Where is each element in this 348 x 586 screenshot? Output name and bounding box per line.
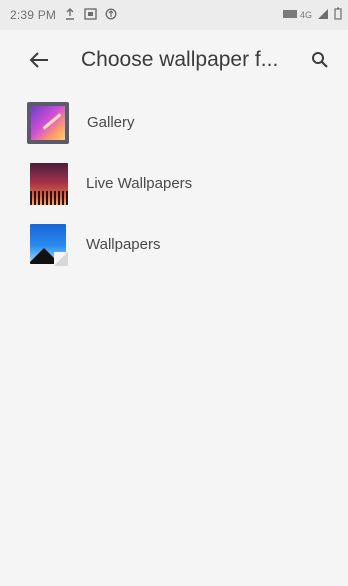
list-item-label: Wallpapers — [86, 236, 161, 253]
status-right: 4G — [282, 7, 342, 23]
list-item-label: Live Wallpapers — [86, 175, 193, 192]
list-item-gallery[interactable]: Gallery — [0, 92, 348, 153]
gallery-icon-image — [31, 105, 65, 140]
live-wallpapers-icon-bars — [30, 190, 68, 205]
page-title: Choose wallpaper f... — [81, 48, 279, 71]
back-arrow-icon — [29, 52, 48, 68]
network-type-label: 4G — [299, 10, 312, 20]
gallery-icon — [27, 101, 69, 144]
screenshot-icon — [84, 7, 97, 23]
list-item-label: Gallery — [87, 114, 135, 131]
search-icon — [312, 52, 328, 68]
upload-icon — [64, 7, 76, 23]
status-left: 2:39 PM — [10, 7, 117, 23]
search-button[interactable] — [308, 48, 332, 72]
gallery-icon-streak — [42, 112, 62, 130]
battery-icon — [334, 7, 342, 23]
status-bar: 2:39 PM 4G — [0, 0, 348, 30]
wallpapers-icon — [30, 223, 68, 266]
live-wallpapers-icon — [30, 162, 68, 205]
wallpapers-icon-page-curl — [54, 251, 68, 266]
volte-icon — [282, 8, 297, 22]
back-button[interactable] — [27, 48, 51, 72]
screen: 2:39 PM 4G Choose wallpaper f... Gallery… — [0, 0, 348, 586]
signal-icon — [317, 8, 329, 23]
status-time: 2:39 PM — [10, 8, 57, 22]
data-saver-icon — [105, 7, 117, 23]
app-bar: Choose wallpaper f... — [0, 30, 348, 90]
list-item-wallpapers[interactable]: Wallpapers — [0, 214, 348, 275]
wallpaper-source-list: Gallery Live Wallpapers Wallpapers — [0, 92, 348, 275]
list-item-live-wallpapers[interactable]: Live Wallpapers — [0, 153, 348, 214]
